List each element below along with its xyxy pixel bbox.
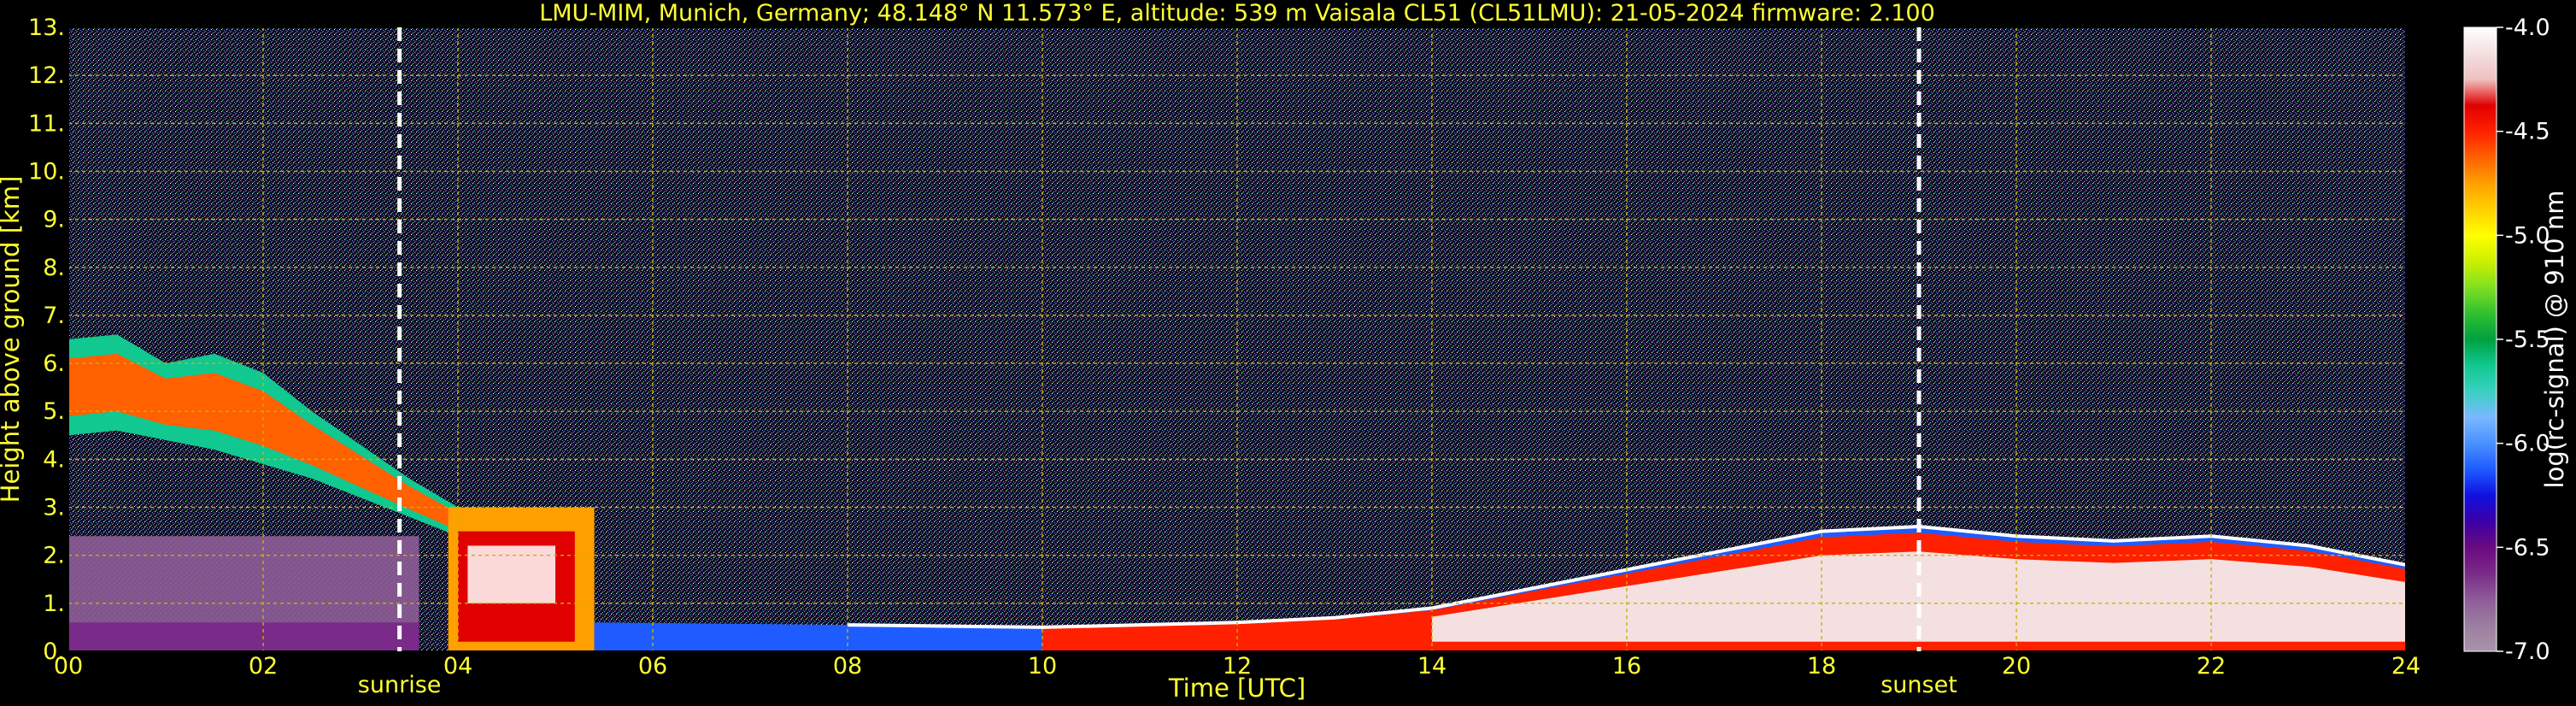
x-tick-label: 14 <box>1417 653 1446 680</box>
y-tick-label: 11. <box>28 110 65 137</box>
x-tick-label: 20 <box>2002 653 2031 680</box>
y-axis-label: Height above ground [km] <box>0 176 25 503</box>
colorbar-scale <box>2463 26 2497 652</box>
colorbar-label: log(rc-signal) @ 910 nm <box>2540 191 2569 489</box>
x-tick-label: 18 <box>1807 653 1836 680</box>
plot-area <box>68 27 2406 651</box>
colorbar-tick-label: -4.5 <box>2505 119 2550 145</box>
x-tick-label: 24 <box>2391 653 2421 680</box>
x-tick-label: 02 <box>249 653 278 680</box>
sunrise-label: sunrise <box>358 672 442 698</box>
y-tick-label: 10. <box>28 158 65 185</box>
y-tick-label: 13. <box>28 15 65 41</box>
colorbar-tick-label: -6.5 <box>2505 534 2550 561</box>
y-tick-label: 1. <box>43 591 65 617</box>
y-axis: 0. 1. 2. 3. 4. 5. 6. 7. 8. 9. 10. 11. 12. 13. <box>28 15 65 665</box>
y-tick-label: 4. <box>43 446 65 473</box>
sunset-label: sunset <box>1881 672 1957 698</box>
x-tick-label: 04 <box>443 653 472 680</box>
y-tick-label: 8. <box>43 255 65 281</box>
y-tick-label: 0. <box>43 638 65 665</box>
x-tick-label: 22 <box>2197 653 2226 680</box>
colorbar: -7.0-6.5-6.0-5.5-5.0-4.5-4.0 log(rc-sign… <box>2463 15 2569 665</box>
y-tick-label: 9. <box>43 207 65 233</box>
x-tick-label: 08 <box>833 653 862 680</box>
x-tick-label: 16 <box>1612 653 1641 680</box>
x-tick-label: 10 <box>1028 653 1057 680</box>
y-tick-label: 5. <box>43 398 65 425</box>
x-axis-label: Time [UTC] <box>1168 674 1306 703</box>
colorbar-tick-label: -4.0 <box>2505 15 2550 41</box>
y-tick-label: 3. <box>43 495 65 521</box>
morning-convective-top <box>467 545 555 603</box>
chart-title: LMU-MIM, Munich, Germany; 48.148° N 11.5… <box>539 0 1935 26</box>
x-tick-label: 06 <box>638 653 667 680</box>
ceilometer-chart: LMU-MIM, Munich, Germany; 48.148° N 11.5… <box>0 0 2569 703</box>
y-tick-label: 7. <box>43 303 65 329</box>
colorbar-tick-label: -7.0 <box>2505 638 2550 665</box>
surface-layer <box>68 622 420 651</box>
y-tick-label: 2. <box>43 543 65 569</box>
y-tick-label: 6. <box>43 350 65 377</box>
y-tick-label: 12. <box>28 62 65 89</box>
